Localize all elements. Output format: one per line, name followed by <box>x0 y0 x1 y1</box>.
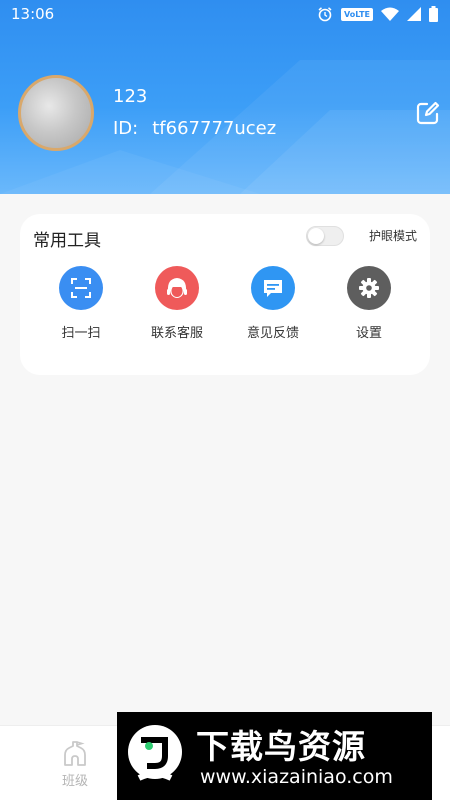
watermark: 下载鸟资源 www.xiazainiao.com <box>117 712 432 800</box>
signal-icon <box>407 7 421 21</box>
edit-profile-button[interactable] <box>415 100 441 126</box>
class-icon <box>64 741 86 766</box>
battery-icon <box>429 6 438 22</box>
app-screen: 123 ID: tf667777ucez 13:06 VoLTE 常用工具 护眼… <box>0 0 450 800</box>
alarm-icon <box>318 7 332 22</box>
profile-header: 123 ID: tf667777ucez <box>0 0 450 194</box>
eye-mode-label: 护眼模式 <box>369 229 418 243</box>
tool-label: 扫一扫 <box>61 326 101 341</box>
toggle-knob <box>308 228 324 244</box>
status-icons: VoLTE <box>317 5 438 23</box>
scan-icon <box>59 266 103 310</box>
volte-icon: VoLTE <box>341 7 373 21</box>
gear-icon <box>347 266 391 310</box>
tool-feedback[interactable]: 意见反馈 <box>228 266 318 341</box>
tool-label: 设置 <box>355 326 382 341</box>
user-id-value: tf667777ucez <box>152 118 277 139</box>
eye-mode-toggle[interactable] <box>306 226 344 246</box>
status-time: 13:06 <box>11 5 55 23</box>
user-id-label: ID: <box>113 118 139 139</box>
feedback-icon <box>251 266 295 310</box>
avatar[interactable] <box>18 75 94 151</box>
status-bar: 13:06 VoLTE <box>0 0 450 28</box>
tool-customer-service[interactable]: 联系客服 <box>132 266 222 341</box>
common-tools-card: 常用工具 护眼模式 扫一扫 联系客服 意见反馈 设置 <box>20 214 430 375</box>
customer-service-icon <box>155 266 199 310</box>
card-title: 常用工具 <box>33 231 101 251</box>
watermark-title: 下载鸟资源 <box>196 727 366 766</box>
tool-scan[interactable]: 扫一扫 <box>36 266 126 341</box>
nav-label: 班级 <box>61 774 88 789</box>
tool-settings[interactable]: 设置 <box>324 266 414 341</box>
wifi-icon <box>381 7 399 21</box>
user-name: 123 <box>113 86 148 107</box>
watermark-logo <box>128 725 182 781</box>
tool-label: 联系客服 <box>150 326 203 341</box>
nav-item-class[interactable]: 班级 <box>50 738 100 789</box>
edit-icon <box>416 101 440 125</box>
watermark-url: www.xiazainiao.com <box>200 766 393 788</box>
tool-label: 意见反馈 <box>246 326 299 341</box>
user-id-row: ID: tf667777ucez <box>113 118 276 139</box>
